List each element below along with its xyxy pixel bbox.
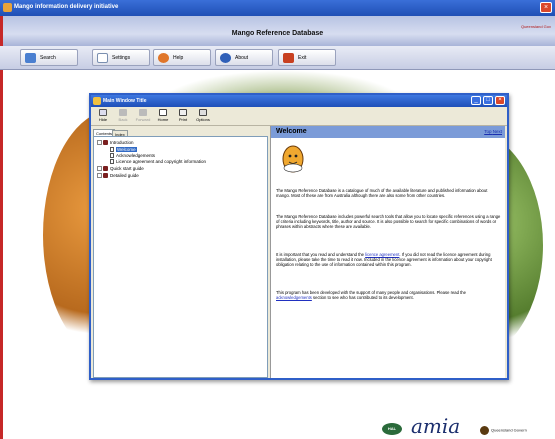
book-open-icon: [103, 140, 108, 146]
app-icon: [3, 3, 12, 12]
tree-item-detailed[interactable]: Detailed guide: [97, 173, 139, 179]
forward-button[interactable]: Forward: [134, 108, 152, 125]
expand-icon[interactable]: [97, 166, 102, 172]
settings-icon: [97, 53, 108, 63]
settings-button[interactable]: Settings: [92, 49, 150, 66]
hide-button[interactable]: Hide: [94, 108, 112, 125]
page-icon: [110, 153, 114, 159]
search-button[interactable]: Search: [20, 49, 78, 66]
collapse-icon[interactable]: [97, 140, 102, 146]
exit-button[interactable]: Exit: [278, 49, 336, 66]
page-title: Mango Reference Database: [231, 30, 324, 37]
tree-item-acknowledgements[interactable]: Acknowledgements: [110, 153, 155, 159]
exit-icon: [283, 53, 294, 63]
close-icon[interactable]: ×: [495, 96, 505, 105]
crest-icon: [480, 426, 489, 435]
page-icon: [110, 147, 114, 153]
options-button[interactable]: Options: [194, 108, 212, 125]
welcome-paragraph-4: This program has been developed with the…: [276, 290, 466, 301]
contents-tree: Introduction Welcome Acknowledgements Li…: [93, 136, 268, 378]
options-icon: [199, 109, 207, 116]
minimize-icon[interactable]: _: [471, 96, 481, 105]
tree-item-licence[interactable]: Licence agreement and copyright informat…: [110, 159, 206, 165]
help-button[interactable]: Help: [153, 49, 211, 66]
print-icon: [179, 109, 187, 116]
topic-title: Welcome: [276, 128, 307, 135]
owner-label: Queensland Gov: [520, 24, 551, 29]
expand-icon[interactable]: [97, 173, 102, 179]
queensland-logo: Queensland Govern: [480, 426, 527, 435]
back-button[interactable]: Back: [114, 108, 132, 125]
topic-nav-links: Top Next: [484, 129, 502, 134]
window-title: Mango information delivery initiative: [14, 4, 119, 10]
top-link[interactable]: Top: [484, 129, 491, 134]
footer-logos: HAL amia Queensland Govern: [300, 400, 555, 439]
navigation-pane: Contents Index Introduction Welcome Ackn…: [93, 129, 268, 378]
help-window-title: Main Window Title: [103, 98, 147, 104]
about-button[interactable]: About: [215, 49, 273, 66]
main-toolbar: Search Settings Help About Exit: [0, 46, 555, 70]
hal-logo: HAL: [382, 423, 402, 435]
help-toolbar: Hide Back Forward Home Print Options: [91, 107, 507, 126]
help-window-titlebar: Main Window Title _ □ ×: [91, 95, 507, 107]
mango-mascot-icon: [282, 145, 304, 173]
welcome-paragraph-2: The Mango Reference Database includes po…: [276, 214, 501, 230]
back-arrow-icon: [119, 109, 127, 116]
welcome-paragraph-1: The Mango Reference Database is a catalo…: [276, 188, 488, 199]
amia-logo: amia: [411, 414, 461, 438]
tree-item-quick-start[interactable]: Quick start guide: [97, 166, 144, 172]
book-closed-icon: [103, 166, 108, 172]
app-titlebar: Mango information delivery initiative ×: [0, 0, 555, 16]
tree-item-welcome[interactable]: Welcome: [110, 147, 137, 153]
next-link[interactable]: Next: [493, 129, 502, 134]
forward-arrow-icon: [139, 109, 147, 116]
acknowledgements-link[interactable]: acknowledgements: [276, 295, 312, 300]
hide-icon: [99, 109, 107, 116]
print-button[interactable]: Print: [174, 108, 192, 125]
search-icon: [25, 53, 36, 63]
home-button[interactable]: Home: [154, 108, 172, 125]
page-icon: [110, 159, 114, 165]
help-icon: [158, 53, 169, 63]
topic-header: Welcome Top Next: [271, 126, 505, 138]
about-icon: [220, 53, 231, 63]
welcome-paragraph-3: It is important that you read and unders…: [276, 252, 492, 268]
maximize-icon[interactable]: □: [483, 96, 493, 105]
book-closed-icon: [103, 173, 108, 179]
topic-pane: Welcome Top Next The Mango Reference Dat…: [270, 126, 505, 378]
help-window: Main Window Title _ □ × Hide Back Forwar…: [89, 93, 509, 380]
close-icon[interactable]: ×: [540, 2, 552, 13]
help-window-icon: [93, 97, 101, 105]
home-icon: [159, 109, 167, 116]
app-header: Mango Reference Database Queensland Gov: [0, 16, 555, 46]
tree-item-introduction[interactable]: Introduction: [97, 140, 134, 146]
